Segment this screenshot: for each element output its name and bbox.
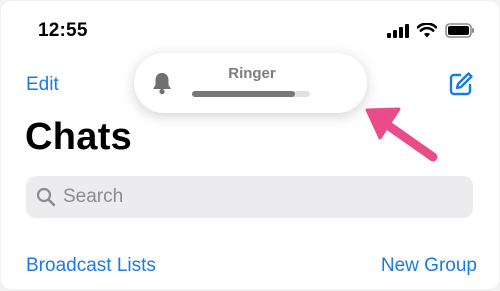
status-bar: 12:55 [1, 1, 499, 61]
edit-button[interactable]: Edit [26, 74, 59, 96]
broadcast-lists-link[interactable]: Broadcast Lists [26, 255, 156, 277]
ringer-label: Ringer [228, 65, 276, 82]
compose-icon[interactable] [448, 71, 474, 102]
phone-screen: 12:55 Edit Chats Search Broadcast Lists … [1, 1, 499, 289]
ringer-level-bar [192, 91, 310, 97]
arrow-icon [361, 97, 441, 172]
battery-icon [445, 23, 475, 38]
cellular-signal-icon [387, 23, 409, 38]
search-bar[interactable]: Search [26, 176, 473, 218]
status-time: 12:55 [38, 20, 88, 41]
page-title: Chats [25, 116, 133, 158]
ringer-level-fill [192, 91, 295, 97]
bell-icon [151, 71, 173, 100]
status-icons [387, 23, 475, 38]
wifi-icon [417, 23, 437, 38]
search-input[interactable]: Search [63, 186, 123, 208]
search-icon [36, 187, 56, 212]
new-group-link[interactable]: New Group [381, 255, 477, 277]
ringer-volume-hud: Ringer [134, 53, 367, 113]
